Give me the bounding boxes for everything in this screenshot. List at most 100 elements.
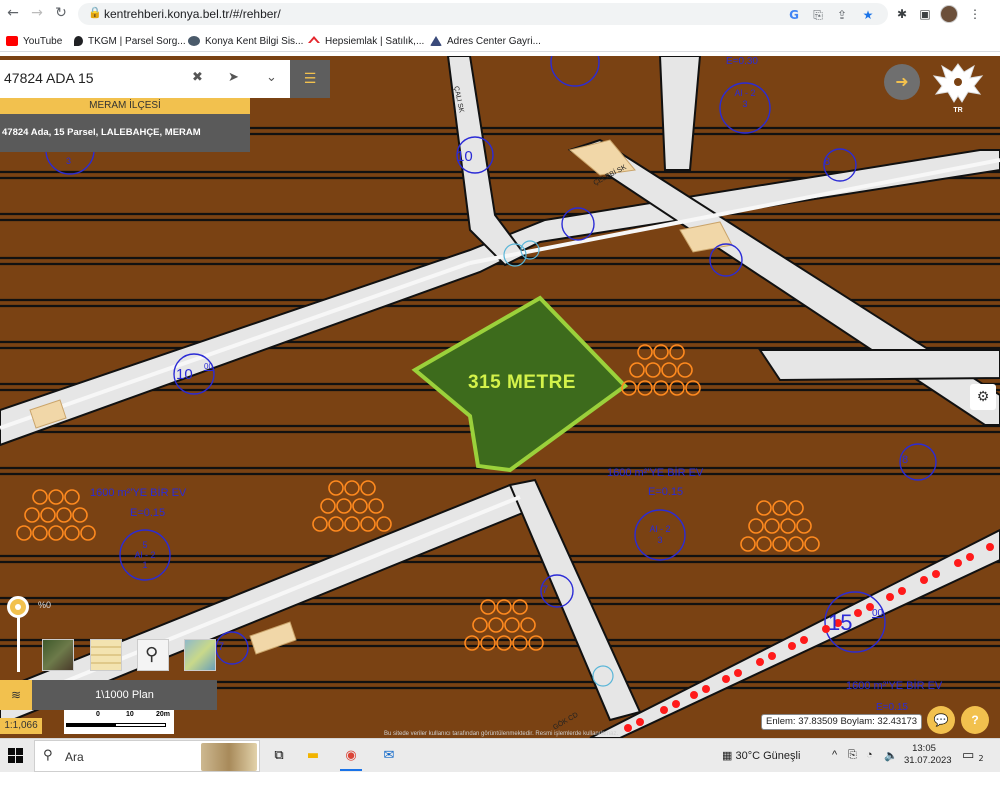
volume-icon[interactable]: 🔈 xyxy=(884,749,898,762)
weather-widget[interactable]: ▦ 30°C Güneşli xyxy=(722,749,800,762)
map-layer-thumb[interactable] xyxy=(184,639,216,671)
konya-logo-icon xyxy=(188,36,200,46)
login-button[interactable]: ➜ xyxy=(884,64,920,100)
hepsiemlak-icon xyxy=(308,36,320,43)
url-text[interactable]: kentrehberi.konya.bel.tr/#/rehber/ xyxy=(104,7,281,21)
road-number-15: 15 xyxy=(828,610,853,635)
zoning-circle-al: Al - 23 xyxy=(734,88,756,109)
map-canvas[interactable]: 315 METRE 1600 m²'YE BİR EV E=0.15 1600 … xyxy=(0,56,1000,738)
zoning-label-a-e: E=0.15 xyxy=(130,507,166,519)
wifi-icon[interactable]: ◔ xyxy=(866,749,873,761)
share-icon[interactable]: ⇪ xyxy=(834,7,850,23)
bookmark-youtube[interactable]: YouTube xyxy=(6,34,62,48)
road-sup-00a: 00 xyxy=(204,362,213,371)
road-number-8b: 8 xyxy=(902,454,909,466)
search-icon: ⚲ xyxy=(43,748,53,763)
cursor-coordinates: Enlem: 37.83509 Boylam: 32.43173 xyxy=(761,714,923,730)
notification-icon: ▭ xyxy=(962,748,975,763)
plan-label: 1\1000 Plan xyxy=(95,689,154,701)
svg-text:TR: TR xyxy=(953,107,962,114)
konya-eagle-emblem: TR xyxy=(932,63,984,114)
bookmark-hepsiemlak[interactable]: Hepsiemlak | Satılık,... xyxy=(308,34,424,48)
opacity-slider-handle[interactable] xyxy=(7,596,29,618)
file-explorer-icon[interactable]: ▬ xyxy=(302,745,324,767)
opacity-slider-track[interactable] xyxy=(17,610,20,672)
zoning-circle-al-3: Al - 23 xyxy=(649,524,671,545)
forward-icon[interactable]: → xyxy=(28,4,46,22)
extensions-icon[interactable]: ✱ xyxy=(893,5,911,23)
disclaimer-text: Bu sitede veriler kullanıcı tarafından g… xyxy=(384,731,619,737)
google-icon[interactable]: G xyxy=(786,7,802,23)
weather-icon: ▦ xyxy=(722,750,733,762)
zoning-label-a: 1600 m²'YE BİR EV xyxy=(90,487,187,499)
list-icon: ☰ xyxy=(303,71,317,87)
chat-bubble-icon: 💬 xyxy=(933,713,949,727)
task-view-icon[interactable]: ⧉ xyxy=(268,745,290,767)
bookmark-konya[interactable]: Konya Kent Bilgi Sis... xyxy=(188,34,303,48)
help-button[interactable]: ? xyxy=(961,706,989,734)
scale-tick-0: 0 xyxy=(96,711,100,718)
satellite-layer-thumb[interactable] xyxy=(42,639,74,671)
zoning-label-c-e: E=0.15 xyxy=(876,702,908,713)
layers-icon[interactable]: ≋ xyxy=(0,680,32,710)
location-arrow-icon[interactable]: ➤ xyxy=(228,70,239,85)
road-number-10b: 10 xyxy=(176,366,193,383)
bookmarks-bar: YouTube TKGM | Parsel Sorg... Konya Kent… xyxy=(0,30,1000,52)
road-number-7b: 7 xyxy=(218,641,225,653)
youtube-icon xyxy=(6,36,18,46)
chevron-down-icon[interactable]: ⌄ xyxy=(266,70,277,85)
scale-graphic xyxy=(66,723,166,727)
bookmark-adres-center[interactable]: Adres Center Gayri... xyxy=(430,34,541,48)
windows-start-icon[interactable] xyxy=(8,748,24,764)
profile-avatar[interactable] xyxy=(940,5,958,23)
system-clock[interactable]: 13:05 31.07.2023 xyxy=(904,743,952,767)
tray-chevron-icon[interactable]: ^ xyxy=(832,749,837,761)
adres-center-icon xyxy=(430,36,442,46)
scale-tick-10: 10 xyxy=(126,711,134,718)
plan-layer-bar[interactable]: ≋ 1\1000 Plan xyxy=(0,680,217,710)
scale-bar: 0 10 20m xyxy=(64,710,174,734)
zoning-label-c: 1600 m²'YE BİR EV xyxy=(846,680,943,692)
clear-search-icon[interactable]: ✖ xyxy=(192,70,203,85)
chrome-icon[interactable]: ◉ xyxy=(340,745,362,767)
side-panel-icon[interactable]: ▣ xyxy=(916,5,934,23)
magnifier-icon: ⚲ xyxy=(145,644,159,665)
road-number-8a: 8 xyxy=(824,156,831,168)
bookmark-star-icon[interactable]: ★ xyxy=(860,7,876,23)
network-icon[interactable]: ⎘ xyxy=(848,749,857,762)
clock-time: 13:05 xyxy=(912,743,936,754)
address-bar[interactable]: 🔒 kentrehberi.konya.bel.tr/#/rehber/ G ⎘… xyxy=(78,3,888,25)
scale-tick-20: 20m xyxy=(156,711,171,718)
road-number-7a: 7 xyxy=(542,584,549,596)
bookmark-tkgm[interactable]: TKGM | Parsel Sorg... xyxy=(74,34,186,48)
back-icon[interactable]: ← xyxy=(4,4,22,22)
parcel-layer-thumb[interactable] xyxy=(90,639,122,671)
parcel-search-input[interactable] xyxy=(4,70,174,86)
more-menu-icon[interactable]: ⋮ xyxy=(966,5,984,23)
gear-icon: ⚙ xyxy=(976,389,990,405)
parcel-info-text[interactable]: 47824 Ada, 15 Parsel, LALEBAHÇE, MERAM xyxy=(0,114,250,152)
chat-button[interactable]: 💬 xyxy=(927,706,955,734)
district-label: MERAM İLÇESİ xyxy=(0,98,250,114)
opacity-slider-value: %0 xyxy=(38,600,52,610)
zoning-circle-al-2: 5 Al - 21 xyxy=(134,540,156,570)
list-menu-button[interactable]: ☰ xyxy=(290,60,330,98)
search-layer-thumb[interactable]: ⚲ xyxy=(137,639,169,671)
clock-date: 31.07.2023 xyxy=(904,755,952,766)
translate-icon[interactable]: ⎘ xyxy=(810,7,826,23)
lock-icon: 🔒 xyxy=(88,6,102,19)
zoning-circle-3: 3 xyxy=(66,156,72,166)
reload-icon[interactable]: ↻ xyxy=(52,4,70,22)
road-number-10a: 10 xyxy=(456,148,473,165)
zoning-label-top-e: E=0.30 xyxy=(726,56,758,67)
browser-toolbar: ← → ↻ 🔒 kentrehberi.konya.bel.tr/#/rehbe… xyxy=(0,0,1000,28)
taskbar-search-placeholder: Ara xyxy=(65,750,84,764)
settings-button[interactable]: ⚙ xyxy=(970,384,996,410)
search-highlight-image xyxy=(201,743,257,771)
road-sup-00b: 00 xyxy=(872,608,884,619)
notification-center[interactable]: ▭ 2 xyxy=(962,748,984,763)
zoning-label-b-e: E=0.15 xyxy=(648,486,684,498)
mail-icon[interactable]: ✉ xyxy=(378,745,400,767)
sign-in-icon: ➜ xyxy=(895,72,909,91)
taskbar-search[interactable]: ⚲ Ara xyxy=(34,740,260,772)
